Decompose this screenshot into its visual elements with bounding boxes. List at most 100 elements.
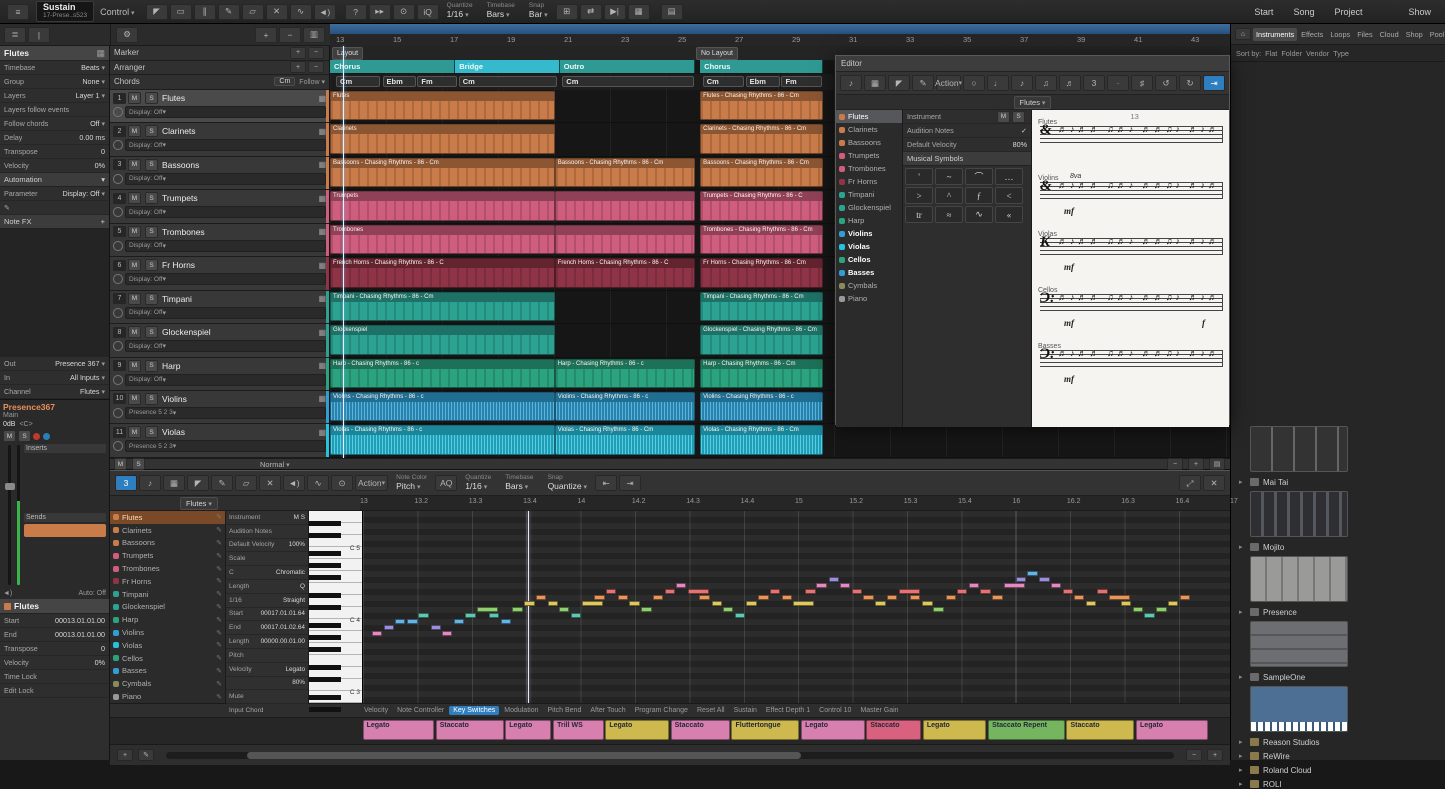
audio-quantize-toggle[interactable]: AQ [435,475,458,491]
musical-symbol-button[interactable]: … [995,168,1023,185]
score-track-trombones[interactable]: Trombones [836,162,902,175]
drum-view-icon[interactable]: ▦ [864,75,886,91]
clip-fr-horns[interactable]: Fr Horns - Chasing Rhythms - 86 - Cm [700,258,823,288]
piano-roll-ruler[interactable]: 13 13.2 13.3 13.4 14 14.2 14.3 14.4 15 15.2 15.3 15… [360,496,1238,510]
control-selector[interactable]: Control [100,7,134,17]
macro-icon[interactable]: ▸▸ [368,3,391,20]
score-pencil-tool-icon[interactable]: ✎ [912,75,934,91]
timebase-control[interactable]: Timebase Bars [487,3,515,19]
undo-icon[interactable]: ↺ [1155,75,1177,91]
track-instrument-icon[interactable]: ▦ [318,394,326,403]
chord-event-cm[interactable]: Cm [702,76,745,87]
chord-event-fm[interactable]: Fm [781,76,822,87]
chord-event-ebm[interactable]: Ebm [382,76,416,87]
zoom-in-icon[interactable]: + [1188,458,1204,470]
fader-handle[interactable] [5,483,15,490]
lane-tab-sustain[interactable]: Sustain [730,706,761,715]
track-header-harp[interactable]: 9 M S Harp ▦ Display: Off [110,357,329,391]
track-mute-button[interactable]: M [128,125,141,138]
track-instrument-icon[interactable]: ▦ [318,94,326,103]
black-key[interactable] [309,635,341,640]
track-instrument-icon[interactable]: ▦ [318,428,326,437]
master-solo-button[interactable]: S [132,458,145,470]
track-header-violas[interactable]: 11 M S Violas ▦ Presence 5 2 3 [110,424,329,458]
lane-tab-effect-depth-1[interactable]: Effect Depth 1 [762,706,814,715]
expand-arrow-icon[interactable]: ▸ [1239,738,1246,746]
clip-harp[interactable]: Harp - Chasing Rhythms - 86 - Cm [700,358,823,388]
redo-icon[interactable]: ↻ [1179,75,1201,91]
track-solo-button[interactable]: S [145,292,158,305]
track-mute-button[interactable]: M [128,192,141,205]
expand-arrow-icon[interactable]: ▸ [1239,766,1246,774]
chords-lane-header[interactable]: Chords Cm Follow [110,75,329,90]
automation-toggle-icon[interactable] [113,240,123,251]
edit-pencil-icon[interactable]: ✎ [216,513,222,521]
audition-notes-row[interactable]: Audition Notes ✓ [903,124,1031,138]
midi-note[interactable] [1062,589,1074,594]
midi-note[interactable] [711,601,722,606]
no-layout-chip[interactable]: No Layout [696,47,738,60]
midi-note[interactable] [605,589,617,594]
edit-pencil-icon[interactable]: ✎ [216,641,222,649]
score-mute-button[interactable]: M [997,110,1010,123]
articulation-legato[interactable]: Legato [801,720,865,740]
inspector-row-follow-chords[interactable]: Follow chords Off [0,117,109,131]
automation-display-select[interactable]: Display: Off [125,273,326,286]
midi-note[interactable] [500,619,512,624]
instrument-thumbnail[interactable] [1250,491,1348,537]
musical-symbol-button[interactable]: tr [905,206,933,223]
score-sheet[interactable]: 13 Flutes & ♬♪♬♬ ♫♬♪ ♬♬♫♪ ♬♪♬ Violins & 8va ♬♪… [1032,110,1229,427]
send-slot[interactable] [24,524,106,537]
pr-pencil-tool-icon[interactable]: ✎ [211,475,233,491]
pr-track-select[interactable]: Flutes [180,497,218,510]
articulation-staccato[interactable]: Staccato [670,720,730,740]
pr-track-fr-horns[interactable]: Fr Horns ✎ [110,575,225,588]
automation-display-select[interactable]: Display: Off [125,340,326,353]
pr-track-violins[interactable]: Violins ✎ [110,626,225,639]
track-mute-button[interactable]: M [128,259,141,272]
midi-note[interactable] [383,625,395,630]
midi-note[interactable] [418,613,429,618]
automation-display-select[interactable]: Presence 5 2 3 [125,440,326,453]
edit-pencil-icon[interactable]: ✎ [216,565,222,573]
pr-listen-tool-icon[interactable]: ◄) [283,475,305,491]
automation-toggle-icon[interactable] [113,441,123,452]
score-track-fr-horns[interactable]: Fr Horns [836,175,902,188]
musical-symbol-button[interactable]: ∿ [965,206,993,223]
track-header-flutes[interactable]: 1 M S Flutes ▦ Display: Off [110,90,329,124]
arrow-tool-icon[interactable]: ◤ [145,3,168,20]
sends-header[interactable]: Sends [24,513,106,522]
pr-zoom-tool-icon[interactable]: ⊙ [331,475,353,491]
expand-arrow-icon[interactable]: ▸ [1239,543,1246,551]
automation-toggle-icon[interactable] [113,173,123,184]
pin-icon[interactable]: | [28,26,50,43]
clip-violas[interactable]: Violas - Chasing Rhythms - 86 - c [330,425,555,455]
articulation-badge[interactable]: Sustain 17-Prese..s523 [36,1,95,22]
midi-note[interactable] [910,595,921,600]
clip-timpani[interactable]: Timpani - Chasing Rhythms - 86 - Cm [330,291,555,322]
midi-note[interactable] [477,607,499,612]
expand-arrow-icon[interactable]: ▸ [1239,752,1246,760]
pr-inspector-row-1-16[interactable]: 1/16 Straight [226,594,308,608]
articulation-legato[interactable]: Legato [362,720,434,740]
track-header-bassoons[interactable]: 3 M S Bassoons ▦ Display: Off [110,156,329,191]
articulation-staccato-repent[interactable]: Staccato Repent [988,720,1065,740]
range-tool-icon[interactable]: ▭ [169,3,192,20]
midi-note[interactable] [441,631,453,636]
arranger-remove-icon[interactable]: − [308,61,324,74]
track-solo-button[interactable]: S [145,125,158,138]
automation-display-select[interactable]: Display: Off [125,106,326,118]
midi-note[interactable] [1120,601,1132,606]
midi-note[interactable] [1109,595,1131,600]
midi-note[interactable] [758,595,769,600]
score-track-violas[interactable]: Violas [836,240,902,253]
track-header-violins[interactable]: 10 M S Violins ▦ Presence 5 2 3 [110,390,329,425]
browser-item-presence[interactable]: ▸ Presence [1239,605,1437,619]
track-mute-button[interactable]: M [128,92,141,104]
browser-item-roland-cloud[interactable]: ▸ Roland Cloud [1239,763,1437,777]
track-solo-button[interactable]: S [145,326,158,339]
track-instrument-icon[interactable]: ▦ [318,294,326,303]
clip-trumpets[interactable]: Trumpets [330,191,555,221]
automation-toggle-icon[interactable] [113,274,123,285]
pr-inspector-row-length[interactable]: Length Q [226,580,308,594]
